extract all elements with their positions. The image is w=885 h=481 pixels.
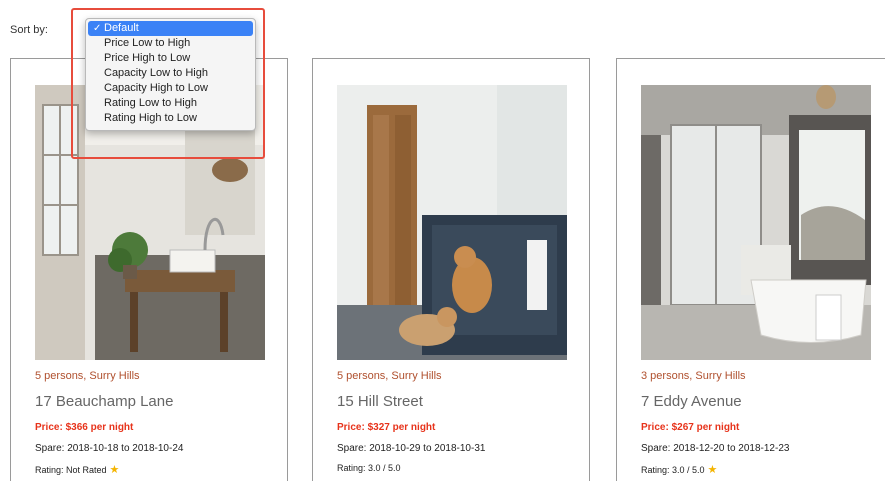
listing-photo[interactable]	[641, 85, 871, 360]
listing-capacity-location: 5 persons, Surry Hills	[337, 370, 442, 382]
rating-text: Rating: Not Rated	[35, 465, 107, 475]
listing-address[interactable]: 7 Eddy Avenue	[641, 393, 742, 410]
sort-label: Sort by:	[10, 24, 48, 36]
listing-rating: Rating: Not Rated ★	[35, 463, 119, 476]
dog-shower-photo-image	[337, 85, 567, 360]
listing-rating: Rating: 3.0 / 5.0	[337, 463, 401, 473]
listing-availability: Spare: 2018-12-20 to 2018-12-23	[641, 443, 790, 454]
star-icon: ★	[707, 464, 718, 476]
listing-capacity-location: 3 persons, Surry Hills	[641, 370, 746, 382]
listing-capacity-location: 5 persons, Surry Hills	[35, 370, 140, 382]
rating-text: Rating: 3.0 / 5.0	[641, 465, 705, 475]
listing-address[interactable]: 17 Beauchamp Lane	[35, 393, 173, 410]
listing-photo[interactable]	[337, 85, 567, 360]
listing-price: Price: $267 per night	[641, 422, 740, 433]
dropdown-highlight-box	[71, 8, 265, 159]
listing-card[interactable]: 3 persons, Surry Hills 7 Eddy Avenue Pri…	[616, 58, 885, 481]
page: Sort by: ✓ Default Price Low to High Pri…	[0, 0, 885, 481]
listing-address[interactable]: 15 Hill Street	[337, 393, 423, 410]
bathtub-photo-image	[641, 85, 871, 360]
listing-availability: Spare: 2018-10-29 to 2018-10-31	[337, 443, 486, 454]
listing-price: Price: $366 per night	[35, 422, 134, 433]
listing-card[interactable]: 5 persons, Surry Hills 15 Hill Street Pr…	[312, 58, 590, 481]
rating-text: Rating: 3.0 / 5.0	[337, 463, 401, 473]
star-icon: ★	[109, 464, 120, 476]
listing-availability: Spare: 2018-10-18 to 2018-10-24	[35, 443, 184, 454]
listing-price: Price: $327 per night	[337, 422, 436, 433]
listing-rating: Rating: 3.0 / 5.0 ★	[641, 463, 717, 476]
